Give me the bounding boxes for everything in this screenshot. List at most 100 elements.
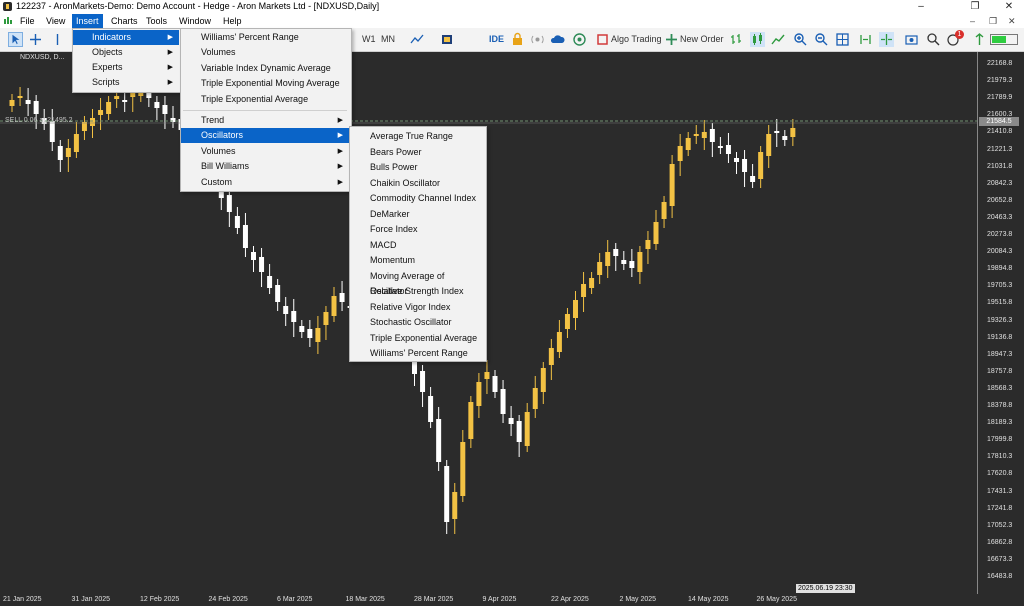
chart-shift-icon[interactable] [858,32,873,47]
time-axis-label: 18 Mar 2025 [345,596,385,603]
indicator-category-volumes[interactable]: Volumes ▶ [181,144,349,159]
ide-button[interactable]: IDE [489,32,504,47]
notification-badge: 1 [955,30,964,39]
time-axis-label: 22 Apr 2025 [551,596,589,603]
time-axis-label: 31 Jan 2025 [71,596,111,603]
indicator-recent-item[interactable]: Triple Exponential Moving Average [181,76,349,91]
time-axis-label: 24 Feb 2025 [208,596,248,603]
menu-tools[interactable]: Tools [142,14,171,28]
insert-menu-indicators[interactable]: Indicators ▶ [73,30,179,45]
color-scheme-icon[interactable] [440,32,455,47]
price-axis-label: 18757.8 [987,367,1013,375]
price-axis[interactable]: 22168.8 21979.3 21789.9 21600.3 21410.8 21221… [977,52,1024,594]
candle-body [637,252,643,272]
oscillator-item[interactable]: Williams' Percent Range [350,346,484,361]
zoom-in-icon[interactable] [793,32,808,47]
oscillator-item[interactable]: Momentum [350,253,484,268]
menu-bar: File View Insert Charts Tools Window Hel… [0,14,1024,28]
menu-view[interactable]: View [42,14,69,28]
category-label: Volumes [201,146,236,156]
candle-body [25,100,31,104]
oscillator-item[interactable]: Force Index [350,222,484,237]
indicator-recent-item[interactable]: Williams' Percent Range [181,30,349,45]
oscillator-item[interactable]: Moving Average of Oscillator [350,269,484,296]
oscillator-item[interactable]: Triple Exponential Average [350,331,484,346]
oscillator-item[interactable]: Relative Vigor Index [350,300,484,315]
oscillator-item[interactable]: Commodity Channel Index [350,191,484,206]
price-chart[interactable] [0,52,977,594]
menu-help[interactable]: Help [219,14,246,28]
price-axis-label: 16673.3 [987,555,1013,563]
time-axis-label: 21 Jan 2025 [3,596,42,603]
indicator-category-oscillators[interactable]: Oscillators ▶ [181,128,349,143]
candle-body [98,110,104,115]
minimize-button[interactable]: – [906,0,936,14]
vps-icon[interactable] [572,32,587,47]
candle-body [500,389,506,414]
candle-body [782,136,788,140]
menu-file[interactable]: File [16,14,39,28]
tile-windows-icon[interactable] [835,32,850,47]
insert-menu-objects[interactable]: Objects ▶ [73,45,179,60]
oscillator-item[interactable]: Relative Strength Index [350,284,484,299]
price-axis-label: 21789.9 [987,94,1013,102]
search-icon[interactable] [926,32,941,47]
indicator-category-custom[interactable]: Custom ▶ [181,175,349,190]
child-minimize-button[interactable]: – [970,14,975,28]
oscillator-item[interactable]: DeMarker [350,207,484,222]
submenu-arrow-icon: ▶ [337,163,343,170]
autoscroll-icon[interactable] [879,32,894,47]
candle-body [251,252,256,260]
insert-menu-scripts-label: Scripts [92,77,120,87]
maximize-button[interactable]: ❐ [960,0,990,14]
menu-window[interactable]: Window [175,14,215,28]
lock-icon[interactable] [510,32,525,47]
indicator-category-trend[interactable]: Trend ▶ [181,113,349,128]
oscillator-item[interactable]: Bears Power [350,145,484,160]
cloud-icon[interactable] [550,32,565,47]
price-axis-label: 20842.3 [987,179,1013,187]
oscillators-menu: Average True Range Bears Power Bulls Power… [349,126,487,362]
screenshot-icon[interactable] [904,32,919,47]
indicator-recent-item[interactable]: Variable Index Dynamic Average [181,61,349,76]
child-restore-button[interactable]: ❐ [989,14,997,28]
vertical-line-icon[interactable] [50,32,65,47]
indicator-recent-item[interactable]: Volumes [181,45,349,60]
crosshair-icon[interactable] [28,32,43,47]
candle-body [73,134,79,152]
indicator-recent-item[interactable]: Triple Exponential Average [181,92,349,107]
indicator-list-icon[interactable] [410,32,425,47]
indicator-category-bill-williams[interactable]: Bill Williams ▶ [181,159,349,174]
signal-icon[interactable] [530,32,545,47]
cursor-icon[interactable] [8,32,23,47]
line-chart-icon[interactable] [771,32,786,47]
candle-body [717,146,723,148]
menu-insert[interactable]: Insert [72,14,103,28]
child-close-button[interactable]: ✕ [1008,14,1016,28]
menu-charts[interactable]: Charts [107,14,142,28]
timeframe-mn[interactable]: MN [381,32,395,47]
zoom-out-icon[interactable] [814,32,829,47]
oscillator-item[interactable]: Average True Range [350,129,484,144]
oscillator-item[interactable]: Chaikin Oscillator [350,176,484,191]
bar-chart-icon[interactable] [729,32,744,47]
candle-body [758,152,764,179]
insert-menu-experts[interactable]: Experts ▶ [73,60,179,75]
new-order-button[interactable]: New Order [680,32,724,47]
candle-body [65,148,71,157]
close-button[interactable]: ✕ [994,0,1024,14]
oscillator-item[interactable]: MACD [350,238,484,253]
price-axis-label: 21221.3 [987,145,1013,153]
timeframe-w1[interactable]: W1 [362,32,376,47]
time-axis[interactable]: 21 Jan 2025 31 Jan 2025 12 Feb 2025 24 Feb … [0,594,1024,606]
chart-window-icon [4,17,12,24]
candle-body [9,100,15,106]
algo-trading-button[interactable]: Algo Trading [611,32,662,47]
candle-body [685,138,691,150]
oscillator-item[interactable]: Stochastic Oscillator [350,315,484,330]
candlestick-icon[interactable] [750,32,765,47]
oscillator-item[interactable]: Bulls Power [350,160,484,175]
price-axis-label: 19326.3 [987,316,1013,324]
candle-body [790,128,796,137]
insert-menu-scripts[interactable]: Scripts ▶ [73,75,179,90]
